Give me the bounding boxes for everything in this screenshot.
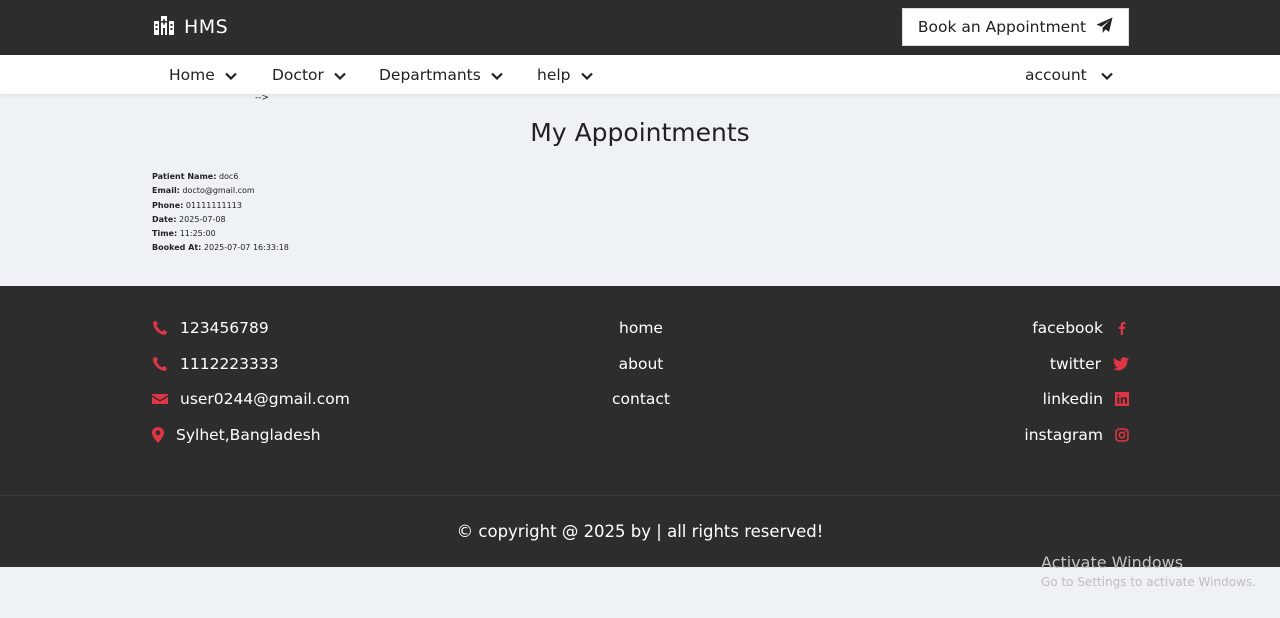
contact-text: 123456789 <box>180 319 269 337</box>
contact-text: Sylhet,Bangladesh <box>176 426 321 444</box>
copyright-text: © copyright @ 2025 by | all rights reser… <box>456 522 824 541</box>
footer-link-about[interactable]: about <box>541 355 741 373</box>
footer-link-home[interactable]: home <box>541 319 741 337</box>
field-label: Email: <box>152 186 180 196</box>
logo-text: HMS <box>184 16 229 38</box>
social-link-linkedin[interactable]: linkedin <box>1043 390 1129 408</box>
watermark-subtitle: Go to Settings to activate Windows. <box>1041 575 1256 589</box>
contact-phone-1[interactable]: 123456789 <box>152 319 269 337</box>
phone-icon <box>152 320 168 336</box>
social-text: twitter <box>1049 355 1101 373</box>
chevron-down-icon <box>580 66 593 84</box>
social-link-instagram[interactable]: instagram <box>1024 426 1129 444</box>
booked-at-value: 2025-07-07 16:33:18 <box>203 243 289 253</box>
footer-link-contact[interactable]: contact <box>541 390 741 408</box>
time-row: Time: 11:25:00 <box>152 227 289 241</box>
stray-comment-text: --> <box>255 93 270 103</box>
linkedin-icon <box>1115 392 1129 406</box>
patient-name-value: doc6 <box>218 172 239 181</box>
social-text: facebook <box>1032 319 1103 337</box>
facebook-icon <box>1115 321 1129 335</box>
social-link-facebook[interactable]: facebook <box>1032 319 1129 337</box>
email-value: docto@gmail.com <box>182 186 255 196</box>
chevron-down-icon <box>334 66 346 84</box>
booked-at-row: Booked At: 2025-07-07 16:33:18 <box>152 241 289 255</box>
contact-text: user0244@gmail.com <box>180 390 350 408</box>
chevron-down-icon <box>1100 66 1113 84</box>
book-appointment-button[interactable]: Book an Appointment <box>902 8 1129 46</box>
instagram-icon <box>1115 428 1129 442</box>
phone-row: Phone: 01111111113 <box>152 199 289 213</box>
social-text: instagram <box>1024 426 1103 444</box>
contact-address: Sylhet,Bangladesh <box>152 426 321 444</box>
nav-label: help <box>537 65 571 84</box>
nav-label: Doctor <box>272 65 324 84</box>
nav-label: Departmants <box>379 65 481 84</box>
nav-item-help[interactable]: help <box>537 55 593 94</box>
map-marker-icon <box>152 427 164 443</box>
contact-text: 1112223333 <box>180 355 279 373</box>
contact-email[interactable]: user0244@gmail.com <box>152 390 350 408</box>
time-value: 11:25:00 <box>179 229 216 239</box>
contact-phone-2[interactable]: 1112223333 <box>152 355 279 373</box>
social-link-twitter[interactable]: twitter <box>1050 355 1129 373</box>
logo[interactable]: HMS <box>152 15 228 39</box>
windows-activation-watermark: Activate Windows Go to Settings to activ… <box>1041 553 1256 589</box>
chevron-down-icon <box>225 66 237 84</box>
footer: 123456789 1112223333 user0244@gmail.com … <box>0 286 1280 567</box>
field-label: Time: <box>152 229 178 239</box>
footer-divider <box>0 495 1280 496</box>
nav-item-doctor[interactable]: Doctor <box>272 55 346 94</box>
paper-plane-icon <box>1096 17 1113 38</box>
field-label: Phone: <box>152 200 184 210</box>
page-title: My Appointments <box>530 118 750 147</box>
nav-label: account <box>1025 65 1087 84</box>
twitter-icon <box>1113 357 1129 371</box>
date-value: 2025-07-08 <box>179 214 226 224</box>
field-label: Patient Name: <box>152 172 217 181</box>
top-header: HMS Book an Appointment <box>0 0 1280 55</box>
link-text: about <box>618 355 664 373</box>
link-text: home <box>619 319 663 337</box>
book-button-label: Book an Appointment <box>917 18 1087 36</box>
field-label: Date: <box>152 214 177 224</box>
nav-item-account[interactable]: account <box>1025 55 1113 94</box>
nav-item-departments[interactable]: Departmants <box>379 55 503 94</box>
field-label: Booked At: <box>152 243 202 253</box>
nav-label: Home <box>169 65 215 84</box>
phone-icon <box>152 356 168 372</box>
email-row: Email: docto@gmail.com <box>152 184 289 198</box>
envelope-icon <box>152 391 168 407</box>
phone-value: 01111111113 <box>185 200 242 210</box>
patient-name-row: Patient Name: doc6 <box>152 170 289 184</box>
social-text: linkedin <box>1042 390 1103 408</box>
watermark-title: Activate Windows <box>1041 553 1184 572</box>
main-nav: Home Doctor Departmants help account <box>0 55 1280 94</box>
link-text: contact <box>611 390 670 408</box>
appointment-details: Patient Name: doc6 Email: docto@gmail.co… <box>152 170 289 256</box>
hospital-icon <box>152 15 176 39</box>
date-row: Date: 2025-07-08 <box>152 213 289 227</box>
chevron-down-icon <box>491 66 503 84</box>
nav-item-home[interactable]: Home <box>169 55 237 94</box>
